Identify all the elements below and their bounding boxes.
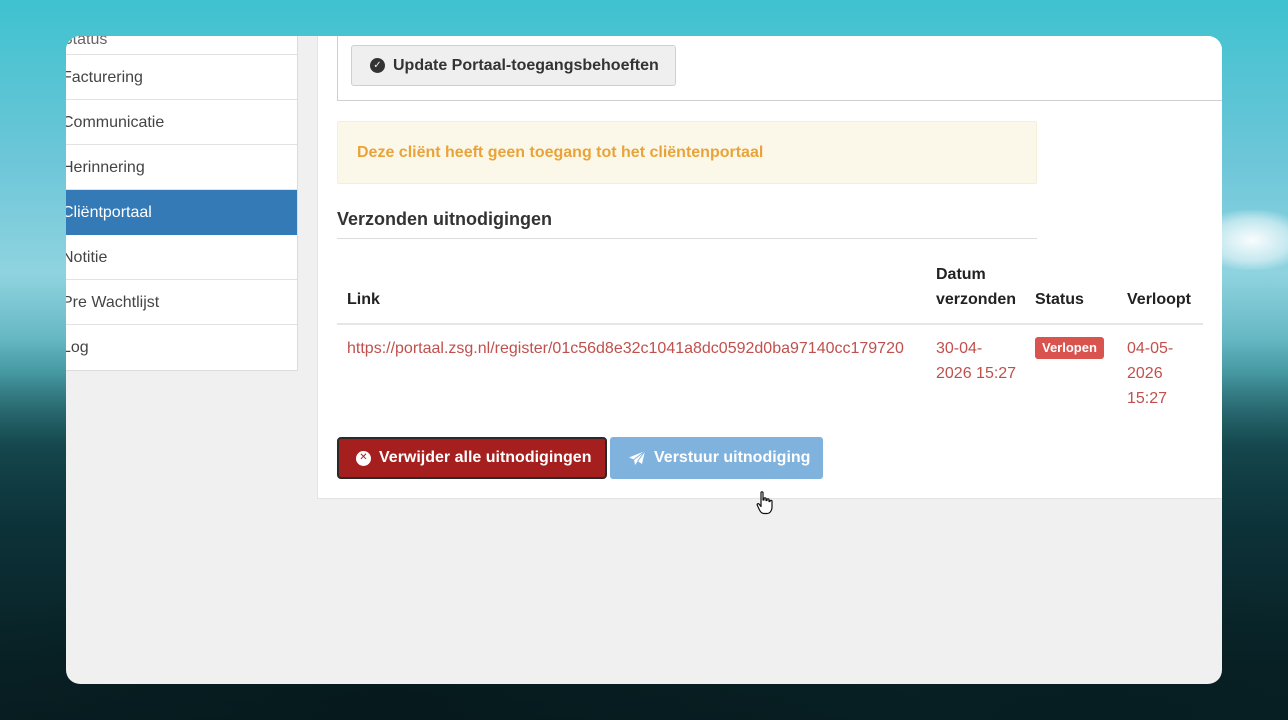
delete-all-invitations-label: Verwijder alle uitnodigingen bbox=[379, 449, 592, 466]
client-portal-panel: ✓ Update Portaal-toegangsbehoeften Deze … bbox=[317, 36, 1222, 515]
portal-access-box: ✓ Update Portaal-toegangsbehoeften bbox=[337, 36, 1222, 101]
send-invitation-label: Verstuur uitnodiging bbox=[654, 449, 811, 466]
sidebar-item-notitie[interactable]: Notitie bbox=[66, 235, 297, 280]
column-header-status: Status bbox=[1035, 291, 1084, 308]
sidebar-item-label: Log bbox=[66, 339, 89, 356]
sidebar-item-label: Cliëntportaal bbox=[66, 204, 152, 221]
status-badge: Verlopen bbox=[1035, 337, 1104, 359]
sidebar-item-label: Facturering bbox=[66, 69, 143, 86]
hand-pointer-icon bbox=[756, 491, 773, 515]
table-row: https://portaal.zsg.nl/register/01c56d8e… bbox=[337, 325, 1203, 415]
sent-invitations-heading: Verzonden uitnodigingen bbox=[337, 209, 1037, 239]
sidebar-item-label: Herinnering bbox=[66, 159, 145, 176]
column-header-expires: Verloopt bbox=[1127, 291, 1192, 308]
delete-all-invitations-button[interactable]: ✕ Verwijder alle uitnodigingen bbox=[337, 437, 607, 479]
check-circle-icon: ✓ bbox=[370, 58, 385, 73]
sidebar-item-status[interactable]: Status bbox=[66, 36, 297, 55]
sidebar-item-label: Pre Wachtlijst bbox=[66, 294, 160, 311]
paper-plane-icon bbox=[629, 450, 646, 465]
sidebar-item-pre-wachtlijst[interactable]: Pre Wachtlijst bbox=[66, 280, 297, 325]
expires-line2: 2026 bbox=[1127, 365, 1163, 382]
sent-date-line1: 30-04- bbox=[936, 340, 983, 357]
sidebar: Status Facturering Communicatie Herinner… bbox=[66, 36, 298, 371]
section-title-text: Verzonden uitnodigingen bbox=[337, 209, 552, 229]
invitations-table: Link Datum verzonden Status Verloopt htt… bbox=[337, 258, 1203, 415]
sent-date-line2: 2026 15:27 bbox=[936, 365, 1017, 382]
table-header: Link Datum verzonden Status Verloopt bbox=[337, 258, 1203, 325]
alert-text: Deze cliënt heeft geen toegang tot het c… bbox=[357, 144, 764, 161]
expires-line3: 15:27 bbox=[1127, 390, 1168, 407]
times-circle-icon: ✕ bbox=[356, 450, 371, 466]
sidebar-item-communicatie[interactable]: Communicatie bbox=[66, 100, 297, 145]
column-header-date-line1: Datum bbox=[936, 266, 986, 283]
expires-line1: 04-05- bbox=[1127, 340, 1174, 357]
update-portal-access-label: Update Portaal-toegangsbehoeften bbox=[393, 56, 659, 74]
sidebar-item-label: Communicatie bbox=[66, 114, 165, 131]
column-header-date-line2: verzonden bbox=[936, 291, 1017, 308]
column-header-link: Link bbox=[347, 291, 380, 308]
sidebar-item-facturering[interactable]: Facturering bbox=[66, 55, 297, 100]
app-window: Status Facturering Communicatie Herinner… bbox=[66, 36, 1222, 684]
sidebar-item-label: Notitie bbox=[66, 249, 108, 266]
sidebar-item-label: Status bbox=[66, 36, 108, 48]
invitation-link[interactable]: https://portaal.zsg.nl/register/01c56d8e… bbox=[347, 336, 904, 361]
update-portal-access-button[interactable]: ✓ Update Portaal-toegangsbehoeften bbox=[351, 45, 676, 86]
sidebar-item-clientportaal[interactable]: Cliëntportaal bbox=[66, 190, 297, 235]
sidebar-item-herinnering[interactable]: Herinnering bbox=[66, 145, 297, 190]
no-access-alert: Deze cliënt heeft geen toegang tot het c… bbox=[337, 121, 1037, 184]
send-invitation-button[interactable]: Verstuur uitnodiging bbox=[610, 437, 823, 479]
sidebar-item-log[interactable]: Log bbox=[66, 325, 297, 370]
